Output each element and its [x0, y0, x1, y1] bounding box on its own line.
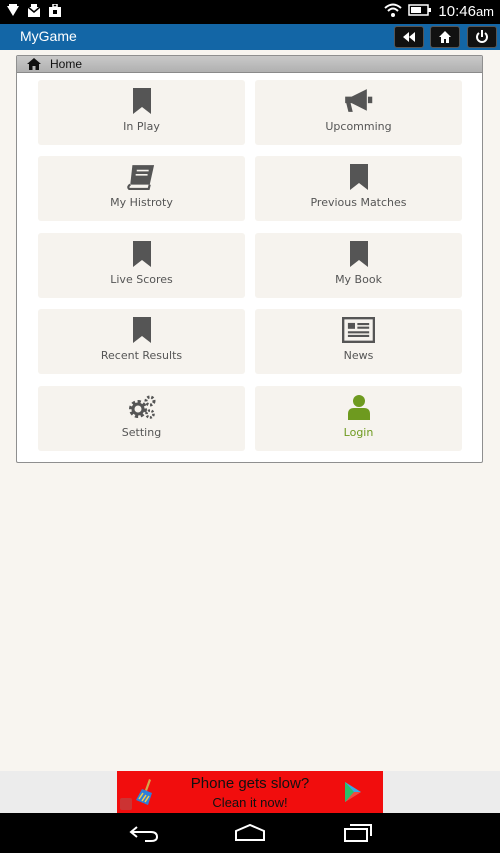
bookmark-icon: [132, 241, 151, 267]
tile-recent-results[interactable]: Recent Results: [38, 309, 245, 374]
home-panel: Home In Play Upcomming My Histroty Previ…: [16, 55, 483, 463]
ad-subline: Clean it now!: [212, 795, 288, 810]
tile-my-histroty[interactable]: My Histroty: [38, 156, 245, 221]
tile-previous-matches[interactable]: Previous Matches: [255, 156, 462, 221]
tile-live-scores[interactable]: Live Scores: [38, 233, 245, 298]
clock-time: 10:46: [438, 3, 476, 20]
tile-label: Previous Matches: [310, 196, 407, 209]
bookmark-icon: [349, 241, 368, 267]
rewind-icon: [403, 32, 415, 42]
ad-headline: Phone gets slow?: [190, 775, 310, 792]
bookmark-icon: [132, 88, 151, 114]
tile-login[interactable]: Login: [255, 386, 462, 451]
tile-in-play[interactable]: In Play: [38, 80, 245, 145]
home-nav-icon: [235, 824, 265, 841]
ad-badge-icon[interactable]: [120, 798, 132, 810]
clock: 10:46am: [438, 3, 494, 20]
breadcrumb: Home: [17, 56, 482, 73]
battery-icon: [408, 2, 432, 21]
tile-label: In Play: [123, 120, 160, 133]
app-title: MyGame: [20, 28, 77, 44]
tile-label: News: [343, 349, 374, 362]
tile-label: My Book: [335, 273, 382, 286]
tile-label: Login: [343, 426, 374, 439]
rewind-button[interactable]: [394, 26, 424, 48]
tile-label: Setting: [121, 426, 162, 439]
home-button[interactable]: [430, 26, 460, 48]
notification-icon: [6, 3, 20, 17]
tile-setting[interactable]: Setting: [38, 386, 245, 451]
clock-ampm: am: [475, 4, 494, 19]
tile-label: Recent Results: [100, 349, 183, 362]
ad-banner[interactable]: Phone gets slow? Clean it now!: [117, 771, 383, 813]
newspaper-icon: [341, 317, 376, 343]
user-icon: [347, 395, 370, 420]
book-icon: [127, 165, 155, 190]
bookmark-icon: [132, 317, 151, 343]
bookmark-icon: [349, 164, 368, 190]
power-button[interactable]: [467, 26, 497, 48]
tile-label: My Histroty: [110, 196, 173, 209]
recents-icon: [344, 824, 372, 842]
tile-label: Live Scores: [110, 273, 173, 286]
wifi-icon: [384, 2, 403, 21]
recents-button[interactable]: [341, 821, 375, 845]
tile-label: Upcomming: [325, 120, 392, 133]
back-button[interactable]: [127, 821, 161, 845]
app-bar: MyGame: [0, 24, 500, 50]
mail-icon: [27, 3, 41, 17]
home-icon: [27, 58, 41, 70]
power-icon: [476, 30, 488, 43]
play-store-icon: [345, 782, 361, 802]
breadcrumb-home[interactable]: Home: [50, 57, 82, 71]
home-icon: [439, 31, 451, 43]
status-bar: 10:46am: [0, 0, 500, 24]
gears-icon: [128, 395, 155, 419]
tile-my-book[interactable]: My Book: [255, 233, 462, 298]
bag-icon: [48, 3, 62, 17]
megaphone-icon: [345, 89, 373, 112]
tile-upcomming[interactable]: Upcomming: [255, 80, 462, 145]
tile-news[interactable]: News: [255, 309, 462, 374]
home-nav-button[interactable]: [233, 821, 267, 845]
system-nav-bar: [0, 813, 500, 853]
back-icon: [129, 826, 159, 842]
